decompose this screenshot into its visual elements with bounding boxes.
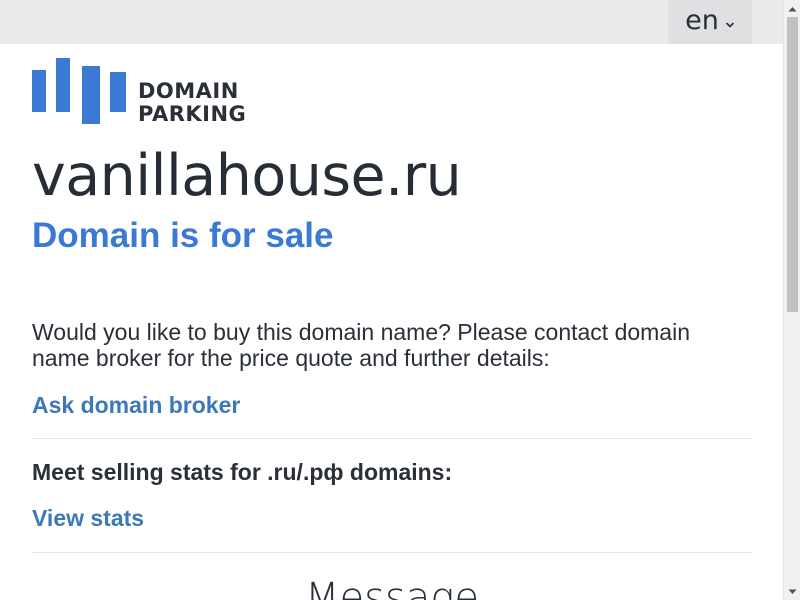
logo-line-domain: DOMAIN: [138, 79, 239, 103]
language-label: en: [685, 5, 719, 36]
scroll-down-arrow-icon[interactable]: [784, 583, 800, 600]
view-stats-link[interactable]: View stats: [32, 504, 144, 532]
message-heading: Message: [305, 575, 479, 600]
top-bar: en: [0, 0, 783, 44]
section-divider: [32, 438, 752, 439]
language-switcher[interactable]: en: [668, 0, 752, 44]
sale-status-subtitle: Domain is for sale: [32, 216, 334, 255]
chevron-down-icon: [725, 17, 735, 28]
logo-bars-icon: [32, 58, 126, 124]
vertical-scrollbar[interactable]: [783, 0, 800, 600]
scroll-up-arrow-icon[interactable]: [784, 0, 800, 17]
section-divider: [32, 552, 752, 553]
selling-stats-heading: Meet selling stats for .ru/.рф domains:: [32, 459, 453, 485]
domain-parking-logo[interactable]: DOMAIN PARKING: [32, 58, 262, 128]
scrollbar-thumb[interactable]: [787, 17, 798, 312]
page: en DOMAIN PARKING vanillahouse.ru Domain…: [0, 0, 800, 600]
purchase-description: Would you like to buy this domain name? …: [32, 319, 691, 371]
ask-domain-broker-link[interactable]: Ask domain broker: [32, 391, 240, 419]
logo-line-parking: PARKING: [138, 102, 247, 126]
logo-text: DOMAIN PARKING: [138, 80, 246, 126]
domain-name-title: vanillahouse.ru: [32, 143, 462, 209]
